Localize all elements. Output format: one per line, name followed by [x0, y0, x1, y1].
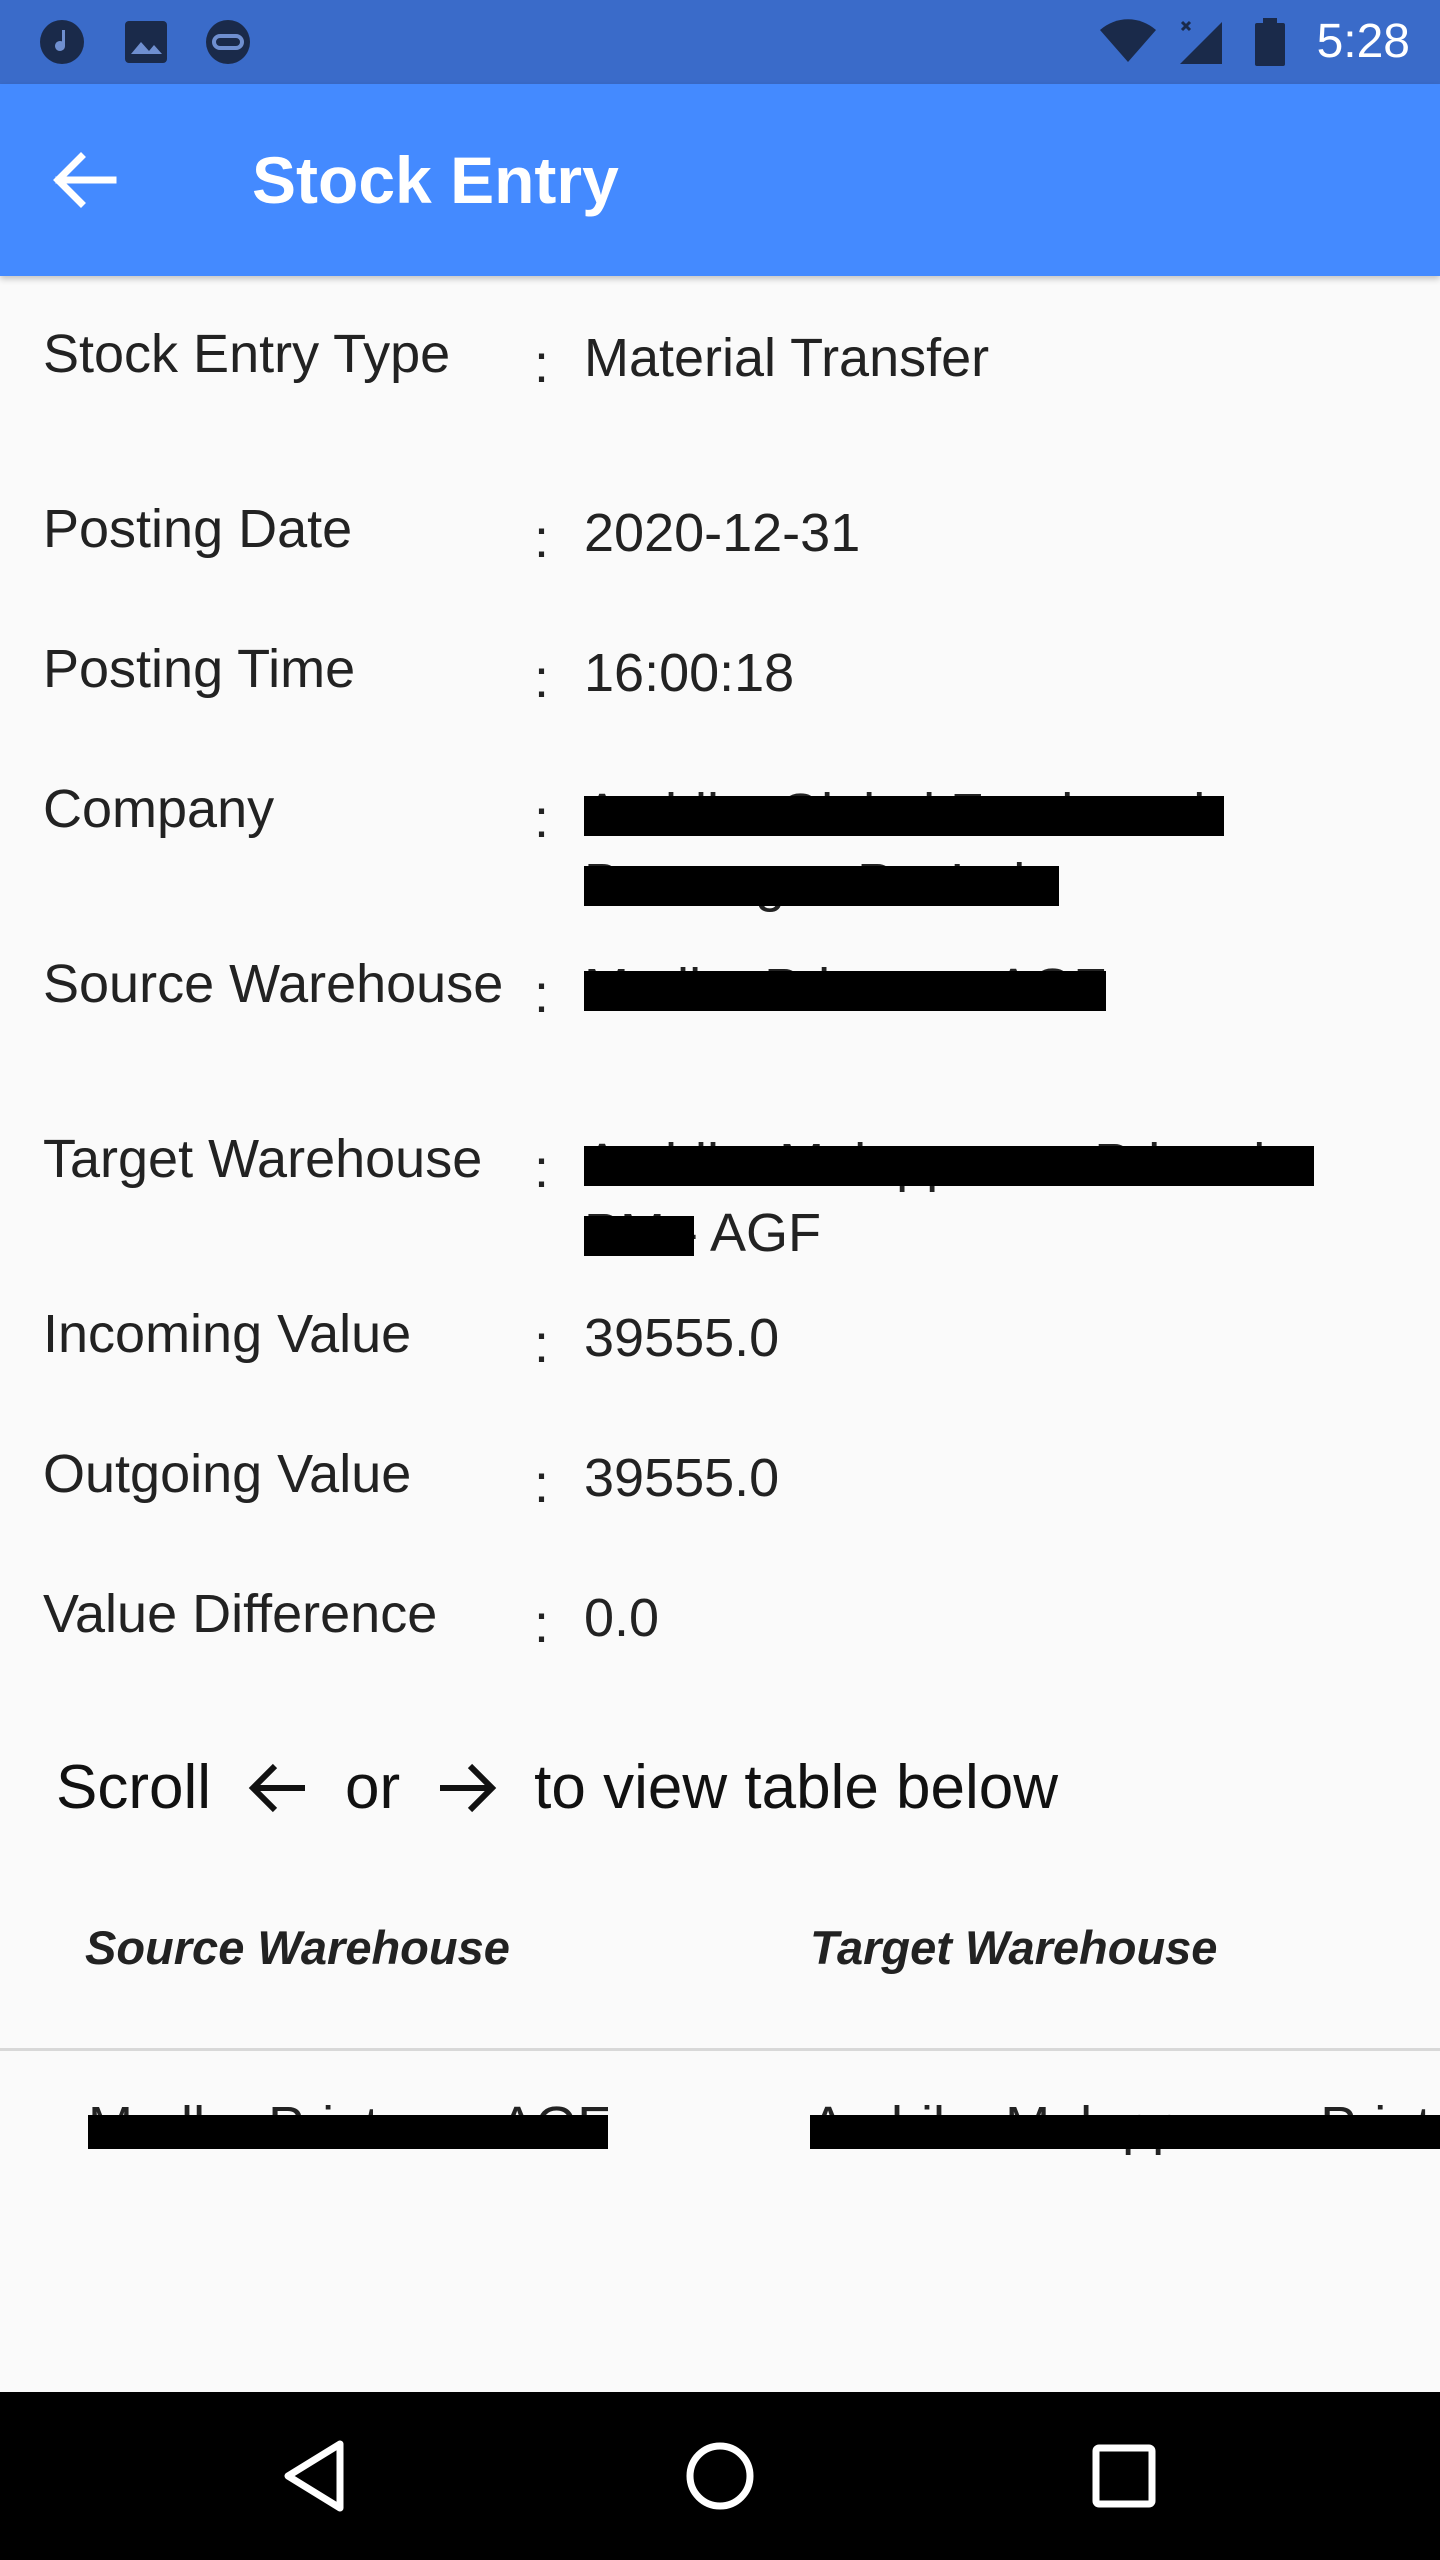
- back-button[interactable]: [36, 132, 132, 228]
- field-value: Ambika Global Foods and Beverages Pvt Lt…: [584, 778, 1224, 918]
- field-label: Source Warehouse: [43, 954, 504, 1014]
- field-colon: :: [534, 1314, 550, 1374]
- field-label: Posting Time: [43, 639, 356, 699]
- field-label: Value Difference: [43, 1584, 438, 1644]
- music-note-icon: [40, 20, 84, 64]
- field-value: Madhu Printers - AGF: [584, 953, 1364, 1023]
- field-label: Posting Date: [43, 499, 353, 559]
- status-time: 5:28: [1316, 15, 1410, 68]
- field-colon: :: [534, 649, 550, 709]
- field-label: Target Warehouse: [43, 1129, 483, 1189]
- vpn-icon: [206, 20, 250, 64]
- field-colon: :: [534, 964, 550, 1024]
- field-colon: :: [534, 509, 550, 569]
- scroll-hint-middle: or: [345, 1753, 401, 1822]
- field-value: 16:00:18: [584, 643, 795, 703]
- field-label: Incoming Value: [43, 1304, 412, 1364]
- redaction-bar: [584, 971, 1107, 1011]
- field-value: 39555.0: [584, 1448, 780, 1508]
- redaction-bar: [88, 2115, 608, 2149]
- column-header-target-warehouse: Target Warehouse: [810, 1921, 1218, 1974]
- wifi-icon: [1100, 19, 1156, 62]
- table-cell-source: Madhu Printers - AGF: [88, 2095, 608, 2157]
- redaction-bar: [810, 2115, 1440, 2149]
- app-bar: Stock Entry: [0, 84, 1440, 276]
- table-header: Source Warehouse Target Warehouse: [0, 1910, 1440, 2051]
- back-triangle-icon[interactable]: [276, 2434, 360, 2518]
- field-label: Company: [43, 779, 275, 839]
- redaction-bar: [584, 866, 1059, 906]
- arrow-left-icon: [53, 152, 117, 208]
- arrow-left-icon: [248, 1763, 306, 1812]
- redacted-text: Madhu Printers - AGF: [584, 953, 1107, 1023]
- field-value: 2020-12-31: [584, 503, 861, 563]
- image-icon: [125, 21, 167, 63]
- column-header-source-warehouse: Source Warehouse: [85, 1921, 510, 1974]
- redaction-bar: [584, 1216, 694, 1256]
- field-colon: :: [534, 1454, 550, 1514]
- table-cell-target: Ambika Malappuram Printed PM - AGF: [810, 2095, 1440, 2157]
- scroll-hint: Scroll or to view table below: [56, 1752, 1058, 1823]
- scroll-hint-suffix: to view table below: [534, 1753, 1059, 1822]
- scroll-hint-prefix: Scroll: [56, 1753, 212, 1822]
- signal-icon: [1180, 20, 1222, 64]
- field-colon: :: [534, 1594, 550, 1654]
- redacted-text: Ambika Malappuram Printed PM - AGF: [584, 1128, 1314, 1268]
- field-colon: :: [534, 334, 550, 394]
- field-label: Outgoing Value: [43, 1444, 412, 1504]
- arrow-right-icon: [440, 1763, 497, 1812]
- navigation-bar: [0, 2392, 1440, 2560]
- field-value: 0.0: [584, 1588, 660, 1648]
- page-title: Stock Entry: [252, 143, 619, 217]
- redaction-bar: [584, 796, 1224, 836]
- status-bar: 5:28: [0, 0, 1440, 84]
- field-colon: :: [534, 789, 550, 849]
- recents-square-icon[interactable]: [1082, 2434, 1166, 2518]
- redacted-text: Ambika Global Foods and Beverages Pvt Lt…: [584, 778, 1224, 918]
- field-colon: :: [534, 1139, 550, 1199]
- battery-icon: [1255, 18, 1285, 66]
- field-value: Material Transfer: [584, 328, 990, 388]
- redaction-bar: [584, 1146, 1314, 1186]
- field-value: 39555.0: [584, 1308, 780, 1368]
- home-circle-icon[interactable]: [678, 2434, 762, 2518]
- field-value: Ambika Malappuram Printed PM - AGF: [584, 1128, 1314, 1268]
- field-label: Stock Entry Type: [43, 324, 451, 384]
